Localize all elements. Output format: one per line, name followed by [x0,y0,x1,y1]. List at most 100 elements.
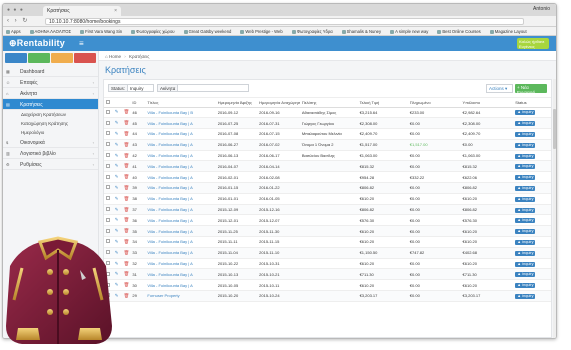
booking-title-link[interactable]: Villa - Foinikounta Bay | A [147,250,192,255]
bookmark-item[interactable]: First Vara Wang Sin [80,29,122,34]
table-row[interactable]: ✎ 🗑 44 Villa - Foinikounta Bay | A 2016-07-0… [104,128,551,140]
edit-icon[interactable]: ✎ [115,174,119,179]
trash-icon[interactable]: 🗑 [124,250,130,255]
table-row[interactable]: ✎ 🗑 42 Villa - Foinikounta Bay | A 2016-06-1… [104,150,551,162]
table-row[interactable]: ✎ 🗑 30 Villa - Foinikounta Bay | A 2015-10-0… [104,279,551,292]
trash-icon[interactable]: 🗑 [124,261,130,266]
trash-icon[interactable]: 🗑 [124,207,130,212]
table-row[interactable]: ✎ 🗑 38 Villa - Foinikounta Bay | A 2016-01-0… [104,193,551,205]
menu-toggle-icon[interactable]: ≡ [79,39,84,48]
trash-icon[interactable]: 🗑 [124,185,130,190]
row-checkbox[interactable] [106,109,110,114]
bookmark-item[interactable]: Magazine Layout [489,29,527,34]
bookmark-item[interactable]: Apps [6,29,21,34]
bookmark-item[interactable]: A simple new way [390,29,428,34]
property-filter-value[interactable] [178,88,182,90]
edit-icon[interactable]: ✎ [115,196,119,201]
sidebar-tool-button[interactable] [5,53,27,63]
table-row[interactable]: ✎ 🗑 31 Villa - Foinikounta Bay | A 2015-10-1… [104,268,551,281]
booking-title-link[interactable]: Villa - Foinikounta Bay | A [147,185,192,190]
bookmark-item[interactable]: Shamalis & Nuney [341,29,381,34]
bookmark-item[interactable]: Φωτογραφίες χώρου [131,29,175,34]
table-row[interactable]: ✎ 🗑 37 Villa - Foinikounta Bay | A 2015-12-0… [104,204,551,216]
row-checkbox[interactable] [106,142,110,147]
bookmark-item[interactable]: Φωτογραφίες Υδρα [291,29,333,34]
browser-tab[interactable]: Κρατήσεις × [43,6,121,16]
property-filter[interactable]: Ακίνητα [157,84,249,92]
trash-icon[interactable]: 🗑 [124,120,130,125]
booking-title-link[interactable]: Villa - Foinikounta Bay | A [147,229,192,234]
bookmark-item[interactable]: AΘΗΝΑ ΛΑΟΛΙΤΟΣ [29,29,71,34]
booking-title-link[interactable]: Villa - Foinikounta Bay | A [147,218,192,223]
column-header[interactable]: Status [513,98,551,108]
brand-logo[interactable]: ⊕Rentability [9,38,65,49]
sidebar-subitem[interactable]: Καταχώρηση Κράτησης [3,119,98,128]
booking-title-link[interactable]: Villa - Foinikounta Bay | A [147,239,192,244]
column-header[interactable]: Ημερομηνία Αναχώρησης [257,98,300,108]
trash-icon[interactable]: 🗑 [124,174,130,179]
trash-icon[interactable]: 🗑 [124,131,130,136]
table-row[interactable]: ✎ 🗑 41 Villa - Foinikounta Bay | A 2016-04-0… [104,160,551,173]
sidebar-item-7[interactable]: ⚙ Ρυθμίσεις ‹ [3,159,98,170]
column-header[interactable]: Ημερομηνία Άφιξης [215,98,258,108]
booking-title-link[interactable]: Villa - Foinikounta Bay | A [147,175,192,180]
edit-icon[interactable]: ✎ [115,142,119,147]
table-row[interactable]: ✎ 🗑 33 Villa - Foinikounta Bay | A 2015-11-0… [104,247,551,259]
trash-icon[interactable]: 🗑 [124,153,130,158]
bookmark-item[interactable]: Web Prestige - Web [240,29,283,34]
table-row[interactable]: ✎ 🗑 40 Villa - Foinikounta Bay | A 2016-02-0… [104,171,551,184]
row-checkbox[interactable] [106,153,110,158]
trash-icon[interactable]: 🗑 [124,239,130,244]
sidebar-item-2[interactable]: ☺ Επαφές ‹ [3,77,98,88]
scrollbar[interactable] [553,79,556,338]
booking-title-link[interactable]: Villa - Foinikounta Bay | A [147,196,192,201]
booking-title-link[interactable]: Villa - Foinikounta Bay | A [147,121,192,126]
booking-title-link[interactable]: Villa - Foinikounta Bay | A [147,261,192,266]
booking-title-link[interactable]: Villa - Foinikounta Bay | A [147,142,192,147]
trash-icon[interactable]: 🗑 [124,196,130,201]
column-header[interactable]: Τίτλος [145,98,216,108]
trash-icon[interactable]: 🗑 [124,228,130,233]
scrollbar-thumb[interactable] [553,109,556,149]
sidebar-subitem[interactable]: Ημερολόγιο [3,128,98,137]
home-icon[interactable]: ⌂ [105,54,108,59]
table-row[interactable]: ✎ 🗑 29 Fornuser Property 2015-10-20 2015-10-2… [104,290,551,302]
trash-icon[interactable]: 🗑 [124,109,130,114]
booking-title-link[interactable]: Villa - Foinikounta Bay | B [147,110,193,115]
sidebar-item-1[interactable]: ▦ Dashboard [3,66,98,77]
booking-title-link[interactable]: Villa - Foinikounta Bay | A [147,131,192,136]
trash-icon[interactable]: 🗑 [124,282,130,287]
column-header[interactable]: Πελάτης [299,98,358,108]
actions-button[interactable]: Actions ▾ [486,84,513,93]
user-menu[interactable]: Καλώς ήρθατε Ευγένιος [517,38,549,49]
row-checkbox[interactable] [106,120,110,125]
new-booking-button[interactable]: + Νέα Εγγραφή [515,84,547,95]
status-filter[interactable]: Status: Inquiry [108,84,154,92]
edit-icon[interactable]: ✎ [115,185,119,190]
bookmark-item[interactable]: Great Gatsby weekend [183,29,231,34]
edit-icon[interactable]: ✎ [115,120,119,125]
booking-title-link[interactable]: Villa - Foinikounta Bay | A [147,283,192,288]
table-row[interactable]: ✎ 🗑 39 Villa - Foinikounta Bay | A 2016-01-1… [104,182,551,194]
edit-icon[interactable]: ✎ [115,131,119,136]
sidebar-tool-button[interactable] [74,53,96,63]
column-header[interactable]: Τελική Τιμή [357,98,408,108]
edit-icon[interactable]: ✎ [115,163,119,168]
table-row[interactable]: ✎ 🗑 32 Villa - Foinikounta Bay | A 2015-10-2… [104,258,551,270]
row-checkbox[interactable] [106,185,110,190]
booking-title-link[interactable]: Villa - Foinikounta Bay | A [147,272,192,277]
row-checkbox[interactable] [106,174,110,179]
trash-icon[interactable]: 🗑 [124,293,130,298]
column-header[interactable]: Πληρωμένο [407,98,461,108]
table-row[interactable]: ✎ 🗑 36 Villa - Foinikounta Bay | A 2015-12-0… [104,214,551,227]
column-header[interactable]: ID [130,98,146,108]
trash-icon[interactable]: 🗑 [124,142,130,147]
row-checkbox[interactable] [106,163,110,168]
sidebar-item-3[interactable]: ⌂ Ακίνητα ‹ [3,88,98,99]
column-header[interactable]: Υπόλοιπο [460,98,514,108]
sidebar-item-5[interactable]: $ Οικονομικά ‹ [3,137,98,148]
sidebar-subitem[interactable]: Διαχείριση Κρατήσεων [3,110,98,119]
close-tab-icon[interactable]: × [114,8,117,14]
breadcrumb-home[interactable]: Home [109,54,121,59]
table-row[interactable]: ✎ 🗑 43 Villa - Foinikounta Bay | A 2016-06-2… [104,139,551,151]
